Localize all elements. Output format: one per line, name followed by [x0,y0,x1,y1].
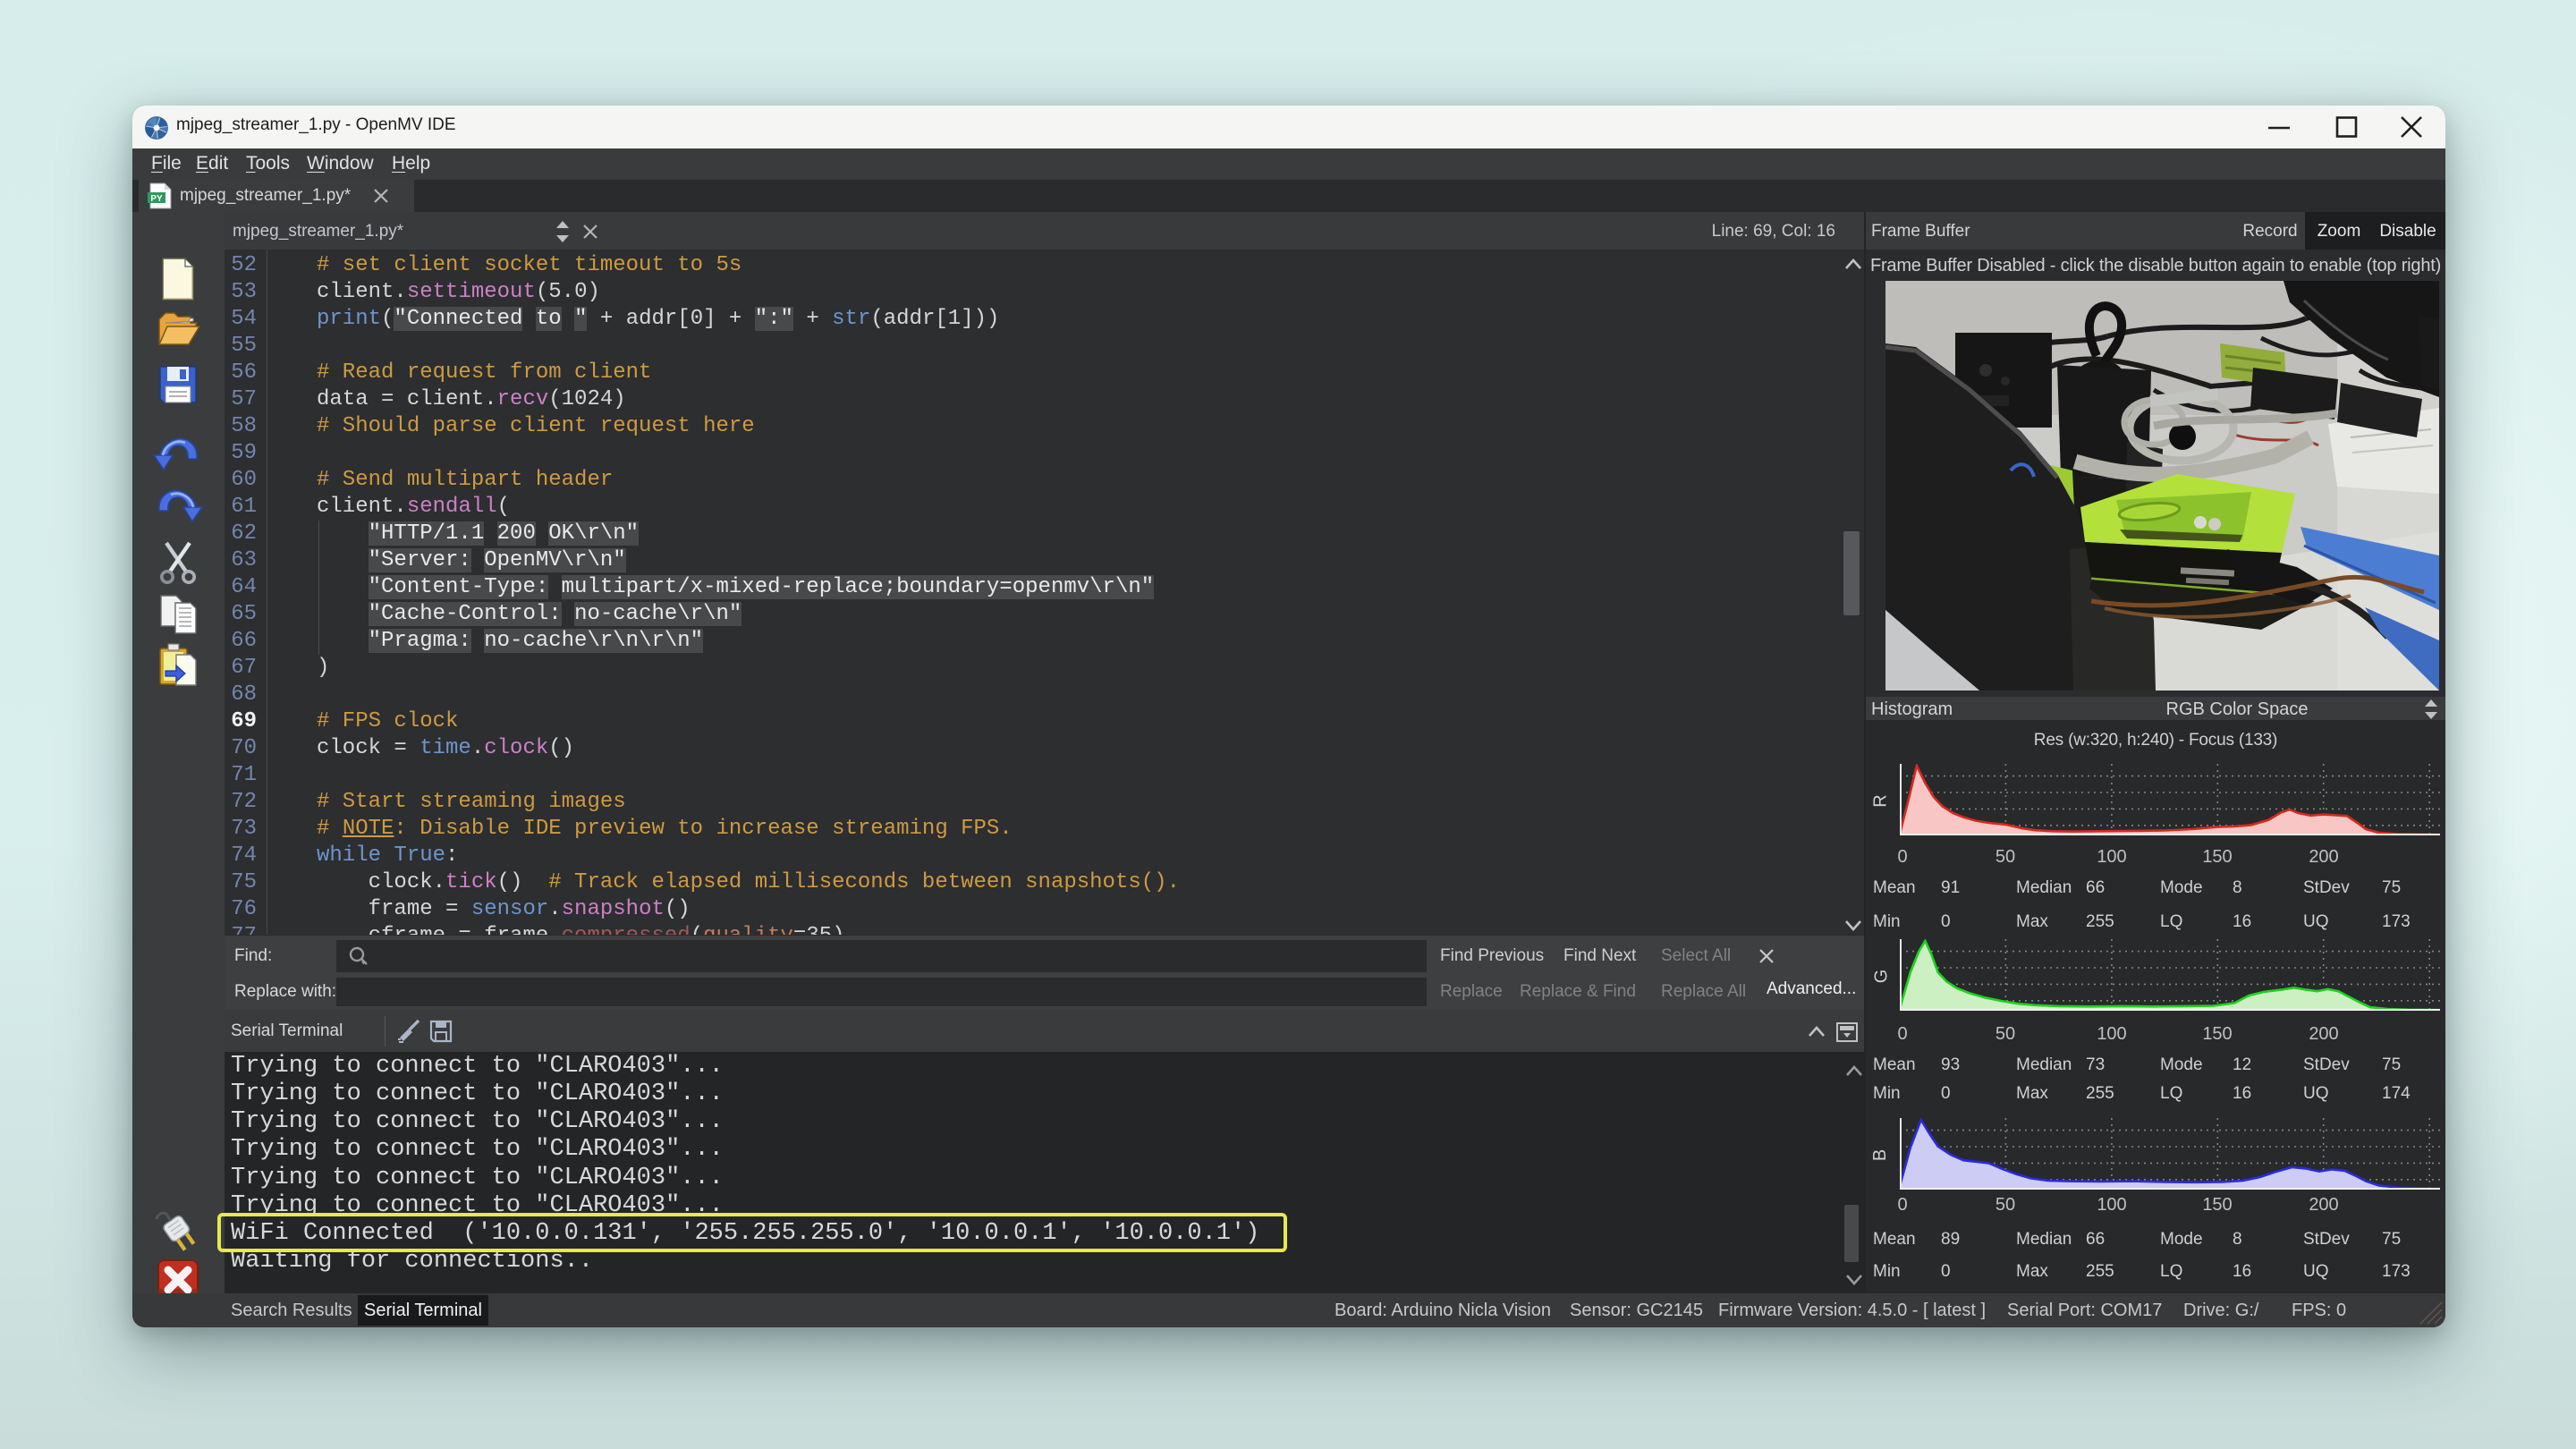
svg-text:PY: PY [150,194,163,204]
